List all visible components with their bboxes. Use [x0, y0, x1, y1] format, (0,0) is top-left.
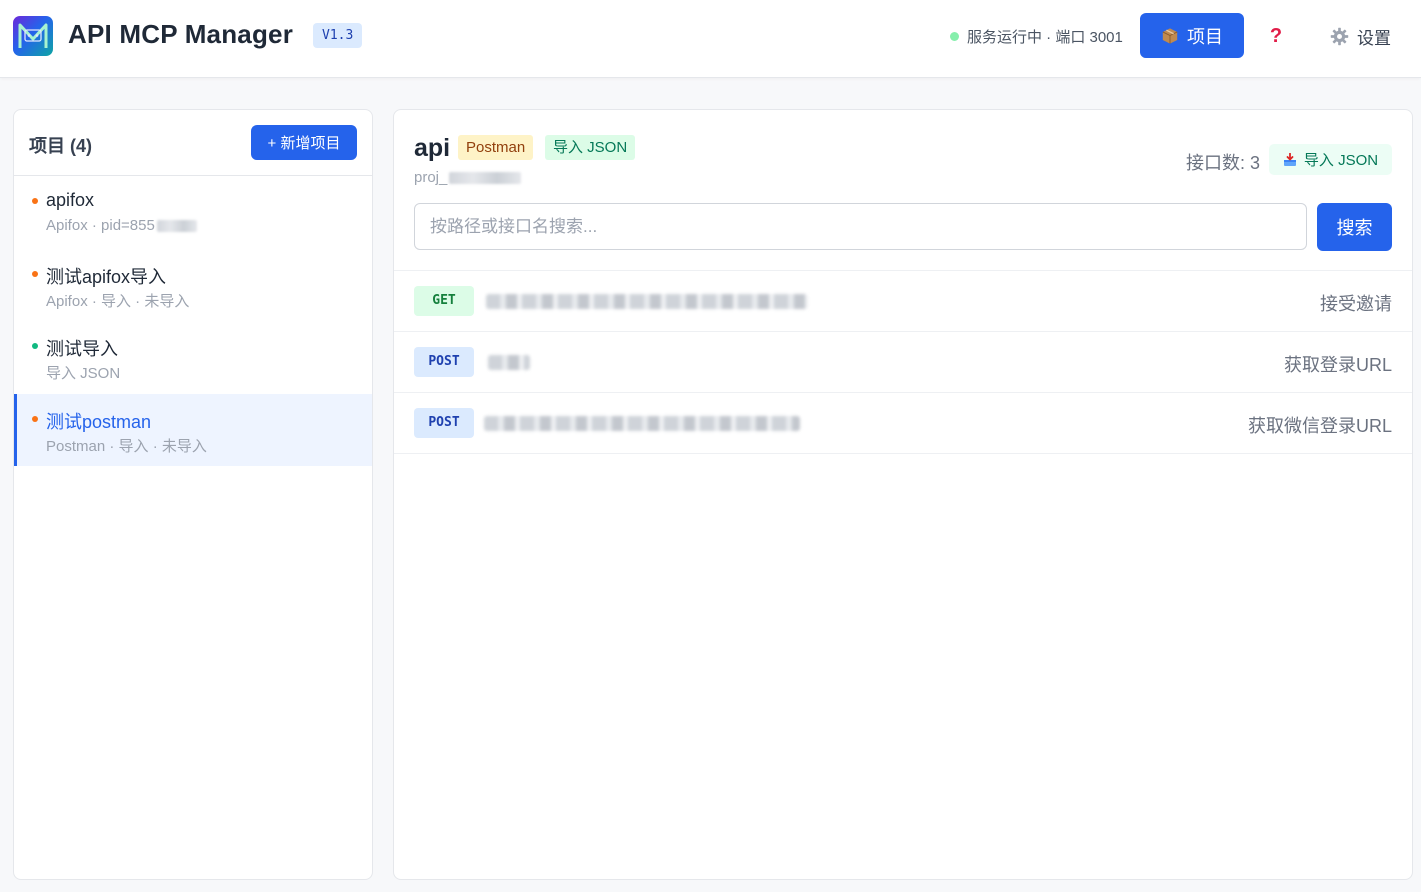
- gear-icon: [1330, 27, 1349, 45]
- project-status-dot: [32, 343, 38, 349]
- project-meta: Apifox · 导入 · 未导入: [46, 290, 189, 311]
- project-id-prefix: proj_: [414, 169, 448, 186]
- search-button[interactable]: 搜索: [1317, 203, 1392, 251]
- source-tag-json: 导入 JSON: [545, 135, 636, 160]
- project-title: api: [414, 134, 451, 162]
- redacted-project-id: [449, 171, 522, 184]
- project-status-dot: [32, 415, 38, 422]
- app-title: API MCP Manager: [68, 19, 294, 49]
- project-status-dot: [32, 270, 38, 277]
- package-icon: [1162, 27, 1178, 44]
- version-badge: V1.3: [313, 23, 363, 48]
- sidebar-header: 项目 (4) + 新增项目: [14, 110, 372, 176]
- project-sidebar: 项目 (4) + 新增项目 apifox Apifox · pid=855 测试…: [13, 109, 373, 880]
- project-meta-text: Apifox · 导入 · 未导入: [46, 292, 190, 310]
- project-item-apifox[interactable]: apifox Apifox · pid=855: [14, 176, 372, 249]
- method-badge: POST: [414, 408, 474, 438]
- server-status-text: 服务运行中 · 端口 3001: [967, 28, 1123, 46]
- app-header: API MCP Manager V1.3 服务运行中 · 端口 3001 项目 …: [0, 0, 1421, 78]
- project-meta: 导入 JSON: [46, 362, 120, 383]
- endpoint-list: GET 接受邀请 POST 获取登录URL POST 获取微信登录URL: [394, 270, 1412, 454]
- project-item-test-postman[interactable]: 测试postman Postman · 导入 · 未导入: [14, 393, 372, 466]
- help-icon[interactable]: ?: [1265, 23, 1287, 49]
- redacted-endpoint-path: [486, 294, 808, 309]
- project-name: 测试导入: [46, 339, 118, 359]
- endpoint-row[interactable]: POST 获取微信登录URL: [394, 393, 1412, 454]
- project-item-test-apifox-import[interactable]: 测试apifox导入 Apifox · 导入 · 未导入: [14, 249, 372, 322]
- endpoint-description: 获取微信登录URL: [1247, 416, 1392, 436]
- endpoint-row[interactable]: GET 接受邀请: [394, 271, 1412, 332]
- project-meta: Apifox · pid=855: [46, 217, 197, 234]
- endpoint-row[interactable]: POST 获取登录URL: [394, 332, 1412, 393]
- project-meta: Postman · 导入 · 未导入: [46, 435, 207, 456]
- method-badge: POST: [414, 347, 474, 377]
- endpoint-description: 接受邀请: [1320, 294, 1392, 314]
- method-badge: GET: [414, 286, 474, 316]
- project-meta-text: Postman · 导入 · 未导入: [46, 437, 207, 455]
- logo-m-icon: [18, 23, 48, 48]
- server-status: 服务运行中 · 端口 3001: [950, 26, 1123, 46]
- projects-button-label: 项目: [1187, 26, 1223, 47]
- redacted-pid: [156, 219, 197, 232]
- inbox-tray-icon: [1283, 152, 1296, 166]
- import-json-button[interactable]: 导入 JSON: [1269, 144, 1392, 175]
- endpoint-description: 获取登录URL: [1283, 355, 1392, 375]
- project-name: 测试apifox导入: [46, 266, 167, 287]
- project-meta-text: 导入 JSON: [46, 365, 121, 382]
- source-tag-postman: Postman: [458, 135, 534, 160]
- settings-button[interactable]: 设置: [1330, 22, 1391, 50]
- sidebar-title: 项目 (4): [29, 136, 92, 156]
- redacted-endpoint-path: [484, 416, 800, 431]
- project-item-test-import[interactable]: 测试导入 导入 JSON: [14, 321, 372, 394]
- redacted-endpoint-path: [488, 355, 530, 370]
- project-meta-text: Apifox · pid=855: [46, 217, 155, 234]
- projects-button[interactable]: 项目: [1140, 13, 1244, 58]
- project-detail-panel: api Postman 导入 JSON proj_ 接口数: 3 导入 JSON…: [393, 109, 1413, 880]
- project-name: apifox: [46, 190, 95, 210]
- status-dot-icon: [950, 31, 959, 41]
- endpoint-count: 接口数: 3: [1186, 153, 1261, 173]
- import-json-label: 导入 JSON: [1303, 152, 1379, 169]
- app-logo: [13, 16, 53, 56]
- project-status-dot: [32, 198, 38, 204]
- endpoint-search-input[interactable]: [414, 203, 1307, 250]
- project-id: proj_: [414, 169, 522, 186]
- settings-label: 设置: [1357, 28, 1391, 48]
- add-project-button[interactable]: + 新增项目: [251, 125, 357, 160]
- project-name: 测试postman: [46, 411, 152, 432]
